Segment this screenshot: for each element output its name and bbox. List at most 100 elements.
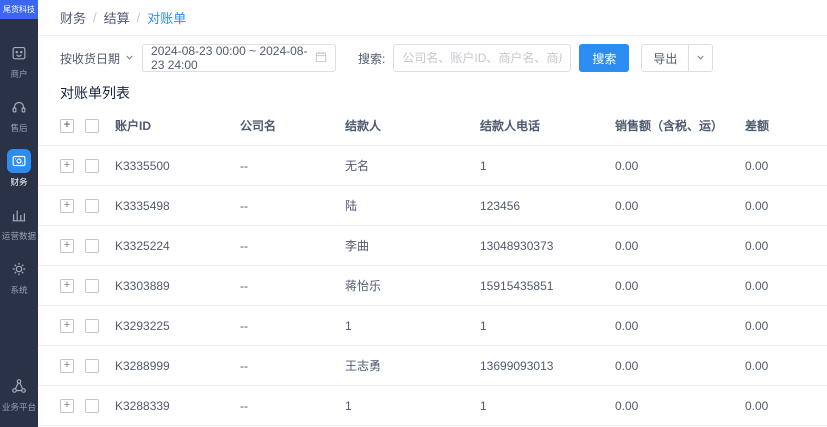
row-checkbox[interactable] [85, 158, 99, 173]
table-cell: 0.00 [745, 318, 769, 333]
table-cell: 0.00 [745, 278, 769, 293]
table-cell: -- [240, 318, 248, 333]
breadcrumb-item[interactable]: 结算 [104, 8, 130, 27]
table-row: + K3335498 -- 陆 123456 0.00 0.00 [38, 186, 827, 226]
table-cell: K3288999 [115, 358, 170, 373]
sidebar-nav: 商户售后财务运营数据系统 [0, 19, 38, 296]
table-body: + K3335500 -- 无名 1 0.00 0.00 + K3335498 -- 陆 123456… [38, 146, 827, 426]
sidebar-bottom: 业务平台 [0, 374, 38, 427]
table-cell: 李曲 [345, 239, 370, 253]
table-cell: K3325224 [115, 238, 170, 253]
breadcrumb-separator: / [136, 10, 141, 25]
expand-row-icon[interactable]: + [60, 318, 74, 333]
search-button[interactable]: 搜索 [579, 44, 630, 72]
search-input[interactable] [393, 44, 572, 72]
sidebar-item-系统[interactable]: 系统 [0, 257, 38, 296]
table-cell: 陆 [345, 199, 358, 213]
expand-row-icon[interactable]: + [60, 158, 74, 173]
table-cell: -- [240, 238, 248, 253]
sidebar: 尾货科技 商户售后财务运营数据系统 业务平台 [0, 0, 38, 427]
table-cell: K3288339 [115, 398, 170, 413]
breadcrumb-item[interactable]: 对账单 [147, 8, 186, 27]
sidebar-item-业务平台[interactable]: 业务平台 [0, 374, 38, 413]
column-header: 结款人 [345, 119, 382, 133]
export-button[interactable]: 导出 [641, 44, 690, 72]
table-header-row: + 账户ID 公司名 结款人 结款人电话 销售额（含税、运） 差额 [38, 106, 827, 146]
expand-row-icon[interactable]: + [60, 198, 74, 213]
select-all-checkbox[interactable] [85, 118, 99, 133]
expand-all-icon[interactable]: + [60, 118, 74, 133]
table-cell: 0.00 [745, 358, 769, 373]
row-checkbox[interactable] [85, 278, 99, 293]
table-cell: -- [240, 398, 248, 413]
table-cell: 1 [345, 318, 352, 333]
table-row: + K3325224 -- 李曲 13048930373 0.00 0.00 [38, 226, 827, 266]
sidebar-item-财务[interactable]: 财务 [0, 149, 38, 188]
table-cell: 0.00 [615, 198, 639, 213]
expand-row-icon[interactable]: + [60, 398, 74, 413]
column-header: 公司名 [240, 119, 277, 133]
row-checkbox[interactable] [85, 318, 99, 333]
sidebar-item-商户[interactable]: 商户 [0, 41, 38, 80]
expand-row-icon[interactable]: + [60, 278, 74, 293]
table-cell: 0.00 [615, 398, 639, 413]
row-checkbox[interactable] [85, 398, 99, 413]
table-cell: 13699093013 [480, 358, 554, 373]
table-cell: 1 [345, 398, 352, 413]
calendar-icon [315, 51, 327, 66]
sidebar-item-label: 运营数据 [1, 231, 37, 241]
table-cell: 0.00 [615, 278, 639, 293]
table-row: + K3288999 -- 王志勇 13699093013 0.00 0.00 [38, 346, 827, 386]
table-cell: -- [240, 278, 248, 293]
table-cell: 0.00 [615, 318, 639, 333]
sidebar-item-售后[interactable]: 售后 [0, 95, 38, 134]
sidebar-item-label: 售后 [10, 123, 28, 133]
table-cell: -- [240, 358, 248, 373]
table-cell: -- [240, 198, 248, 213]
chart-icon [7, 203, 31, 227]
sidebar-item-label: 系统 [10, 285, 28, 295]
table-cell: 13048930373 [480, 238, 554, 253]
expand-row-icon[interactable]: + [60, 238, 74, 253]
table-cell: 0.00 [745, 198, 769, 213]
table-row: + K3303889 -- 蒋怡乐 15915435851 0.00 0.00 [38, 266, 827, 306]
table-cell: 0.00 [615, 158, 639, 173]
column-header: 结款人电话 [480, 119, 541, 133]
row-checkbox[interactable] [85, 238, 99, 253]
table-cell: 15915435851 [480, 278, 554, 293]
export-dropdown-button[interactable] [689, 44, 714, 72]
breadcrumb: 财务 / 结算 / 对账单 [38, 0, 827, 36]
column-header: 差额 [745, 119, 770, 133]
table-cell: 1 [480, 398, 487, 413]
table-cell: K3303889 [115, 278, 170, 293]
chevron-down-icon [696, 51, 705, 65]
expand-row-icon[interactable]: + [60, 358, 74, 373]
breadcrumb-item[interactable]: 财务 [60, 8, 86, 27]
row-checkbox[interactable] [85, 198, 99, 213]
column-header: 账户ID [115, 119, 152, 133]
table-cell: K3293225 [115, 318, 170, 333]
table-cell: 0.00 [745, 158, 769, 173]
table-cell: 123456 [480, 198, 521, 213]
app-window: 尾货科技 商户 售后 财务 运营数据 系统 业务平台 财务 / 结算 / 对账单 按收货日期 2… [0, 0, 827, 427]
export-button-group: 导出 [641, 44, 714, 72]
date-range-input[interactable]: 2024-08-23 00:00 ~ 2024-08-23 24:00 [142, 44, 337, 72]
app-logo[interactable]: 尾货科技 [0, 0, 38, 19]
row-checkbox[interactable] [85, 358, 99, 373]
chevron-down-icon [125, 51, 134, 65]
finance-icon [7, 149, 31, 173]
date-type-select[interactable]: 按收货日期 [60, 50, 134, 67]
search-label: 搜索: [358, 51, 386, 66]
statement-table: + 账户ID 公司名 结款人 结款人电话 销售额（含税、运） 差额 + K3335500 -- 无… [38, 106, 827, 427]
sidebar-item-运营数据[interactable]: 运营数据 [0, 203, 38, 242]
date-type-label: 按收货日期 [60, 51, 121, 66]
org-icon [7, 374, 31, 398]
table-cell: K3335498 [115, 198, 170, 213]
table-cell: 0.00 [745, 238, 769, 253]
filter-bar: 按收货日期 2024-08-23 00:00 ~ 2024-08-23 24:0… [38, 36, 827, 80]
table-cell: 王志勇 [345, 359, 382, 373]
table-cell: 0.00 [615, 358, 639, 373]
table-cell: 1 [480, 158, 487, 173]
table-cell: 0.00 [745, 398, 769, 413]
table-cell: K3335500 [115, 158, 170, 173]
